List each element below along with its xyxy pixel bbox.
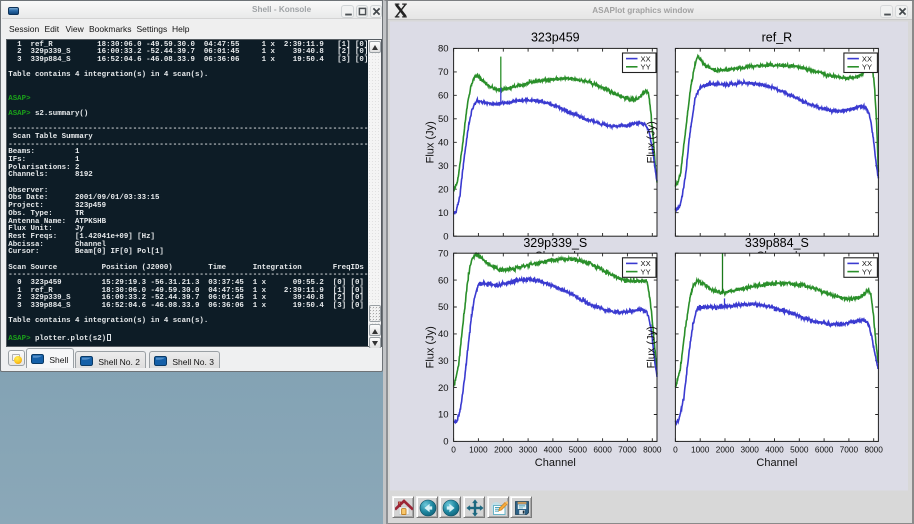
svg-text:Flux (Jy): Flux (Jy) — [646, 326, 658, 368]
svg-text:4000: 4000 — [544, 444, 563, 454]
svg-text:0: 0 — [443, 437, 448, 448]
svg-text:4000: 4000 — [765, 444, 784, 454]
svg-text:323p459: 323p459 — [531, 31, 580, 45]
svg-text:Channel: Channel — [535, 457, 576, 469]
svg-text:50: 50 — [438, 114, 449, 125]
svg-text:50: 50 — [438, 302, 449, 313]
svg-text:339p884_S: 339p884_S — [745, 236, 809, 250]
svg-text:YY: YY — [862, 267, 872, 276]
svg-text:1000: 1000 — [691, 444, 710, 454]
svg-text:5000: 5000 — [569, 444, 588, 454]
svg-text:10: 10 — [438, 208, 449, 219]
svg-text:Channel: Channel — [756, 457, 797, 469]
svg-text:7000: 7000 — [840, 444, 859, 454]
svg-text:ref_R: ref_R — [762, 31, 793, 45]
svg-text:20: 20 — [438, 184, 449, 195]
svg-text:Flux (Jy): Flux (Jy) — [646, 121, 658, 163]
svg-text:329p339_S: 329p339_S — [523, 236, 587, 250]
svg-text:6000: 6000 — [593, 444, 612, 454]
svg-text:20: 20 — [438, 383, 449, 394]
svg-text:6000: 6000 — [815, 444, 834, 454]
svg-text:YY: YY — [641, 63, 651, 72]
svg-text:70: 70 — [438, 248, 449, 259]
svg-text:Flux (Jy): Flux (Jy) — [425, 326, 437, 368]
svg-text:30: 30 — [438, 161, 449, 172]
svg-text:3000: 3000 — [740, 444, 759, 454]
svg-text:60: 60 — [438, 275, 449, 286]
svg-text:8000: 8000 — [643, 444, 662, 454]
svg-text:60: 60 — [438, 91, 449, 102]
svg-text:10: 10 — [438, 410, 449, 421]
svg-text:2000: 2000 — [494, 444, 513, 454]
svg-text:3000: 3000 — [519, 444, 538, 454]
svg-text:0: 0 — [443, 231, 448, 242]
svg-text:8000: 8000 — [864, 444, 883, 454]
svg-text:2000: 2000 — [716, 444, 735, 454]
svg-text:YY: YY — [862, 63, 872, 72]
svg-text:5000: 5000 — [790, 444, 809, 454]
svg-text:YY: YY — [641, 267, 651, 276]
svg-text:80: 80 — [438, 44, 449, 55]
svg-text:7000: 7000 — [618, 444, 637, 454]
svg-text:70: 70 — [438, 67, 449, 78]
svg-text:1000: 1000 — [469, 444, 488, 454]
svg-text:0: 0 — [451, 444, 456, 454]
svg-text:40: 40 — [438, 329, 449, 340]
svg-text:30: 30 — [438, 356, 449, 367]
svg-text:40: 40 — [438, 138, 449, 149]
svg-text:Flux (Jy): Flux (Jy) — [425, 121, 437, 163]
svg-text:0: 0 — [673, 444, 678, 454]
